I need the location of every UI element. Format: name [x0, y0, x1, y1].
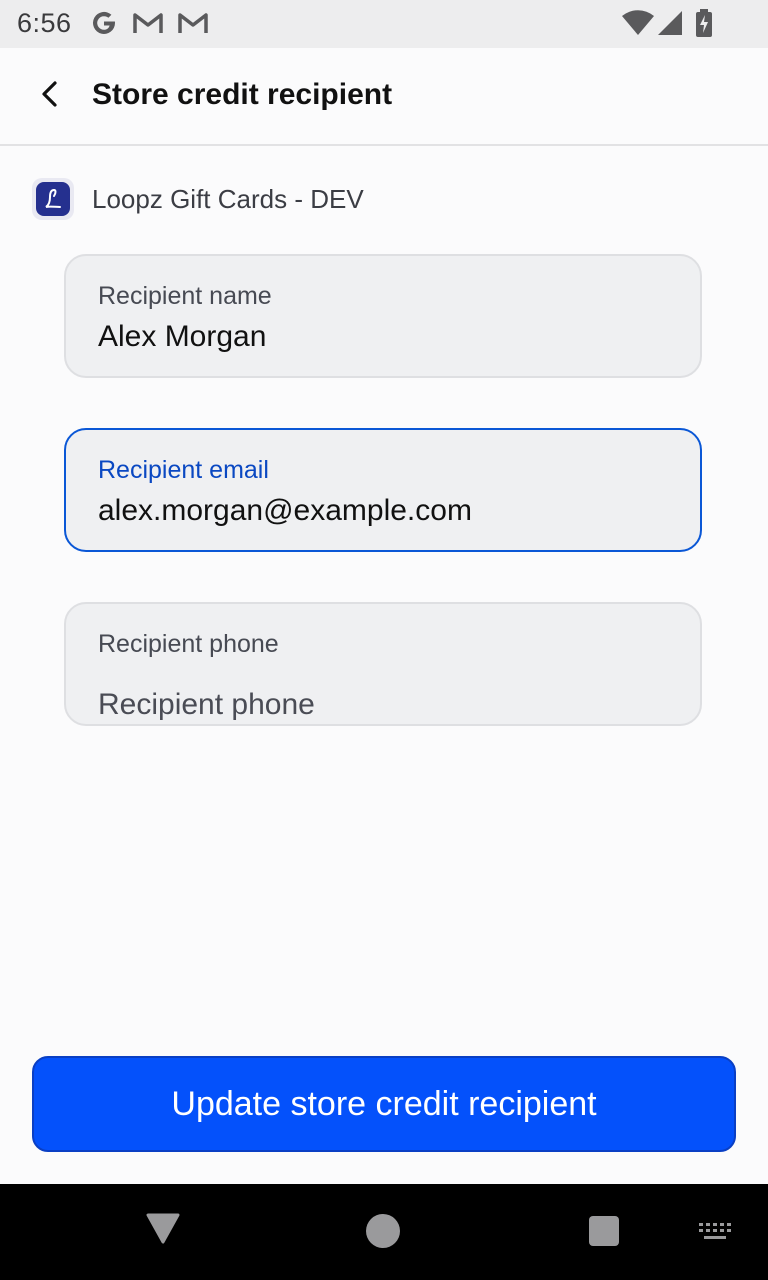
- arrow-back-icon: [36, 80, 64, 113]
- recipient-name-label: Recipient name: [98, 282, 272, 310]
- wifi-icon: [620, 8, 656, 38]
- app-bar: Store credit recipient: [0, 48, 768, 146]
- recipient-email-label: Recipient email: [98, 456, 269, 484]
- signal-icon: [656, 8, 684, 38]
- nav-recents-icon[interactable]: [589, 1216, 619, 1246]
- merchant-logo-icon: [32, 178, 74, 220]
- gmail-icon: [133, 8, 163, 38]
- recipient-name-field[interactable]: Recipient name Alex Morgan: [64, 254, 702, 378]
- merchant-name: Loopz Gift Cards - DEV: [92, 184, 364, 214]
- nav-home-icon[interactable]: [366, 1214, 400, 1248]
- battery-charging-icon: [694, 8, 714, 38]
- navigation-bar: [0, 1184, 768, 1280]
- page-title: Store credit recipient: [92, 78, 393, 111]
- status-time: 6:56: [17, 8, 72, 38]
- gmail-icon: [178, 8, 208, 38]
- keyboard-icon[interactable]: [698, 1222, 732, 1247]
- nav-back-icon[interactable]: [146, 1212, 180, 1249]
- recipient-email-field[interactable]: Recipient email alex.morgan@example.com: [64, 428, 702, 552]
- recipient-email-value[interactable]: alex.morgan@example.com: [98, 494, 472, 528]
- status-bar: 6:56: [0, 0, 768, 48]
- recipient-phone-label: Recipient phone: [98, 630, 279, 658]
- recipient-name-value[interactable]: Alex Morgan: [98, 320, 266, 354]
- update-recipient-button[interactable]: Update store credit recipient: [32, 1056, 736, 1152]
- google-icon: [89, 8, 119, 38]
- recipient-phone-placeholder[interactable]: Recipient phone: [98, 688, 315, 722]
- back-button[interactable]: [24, 72, 76, 120]
- recipient-phone-field[interactable]: Recipient phone Recipient phone: [64, 602, 702, 726]
